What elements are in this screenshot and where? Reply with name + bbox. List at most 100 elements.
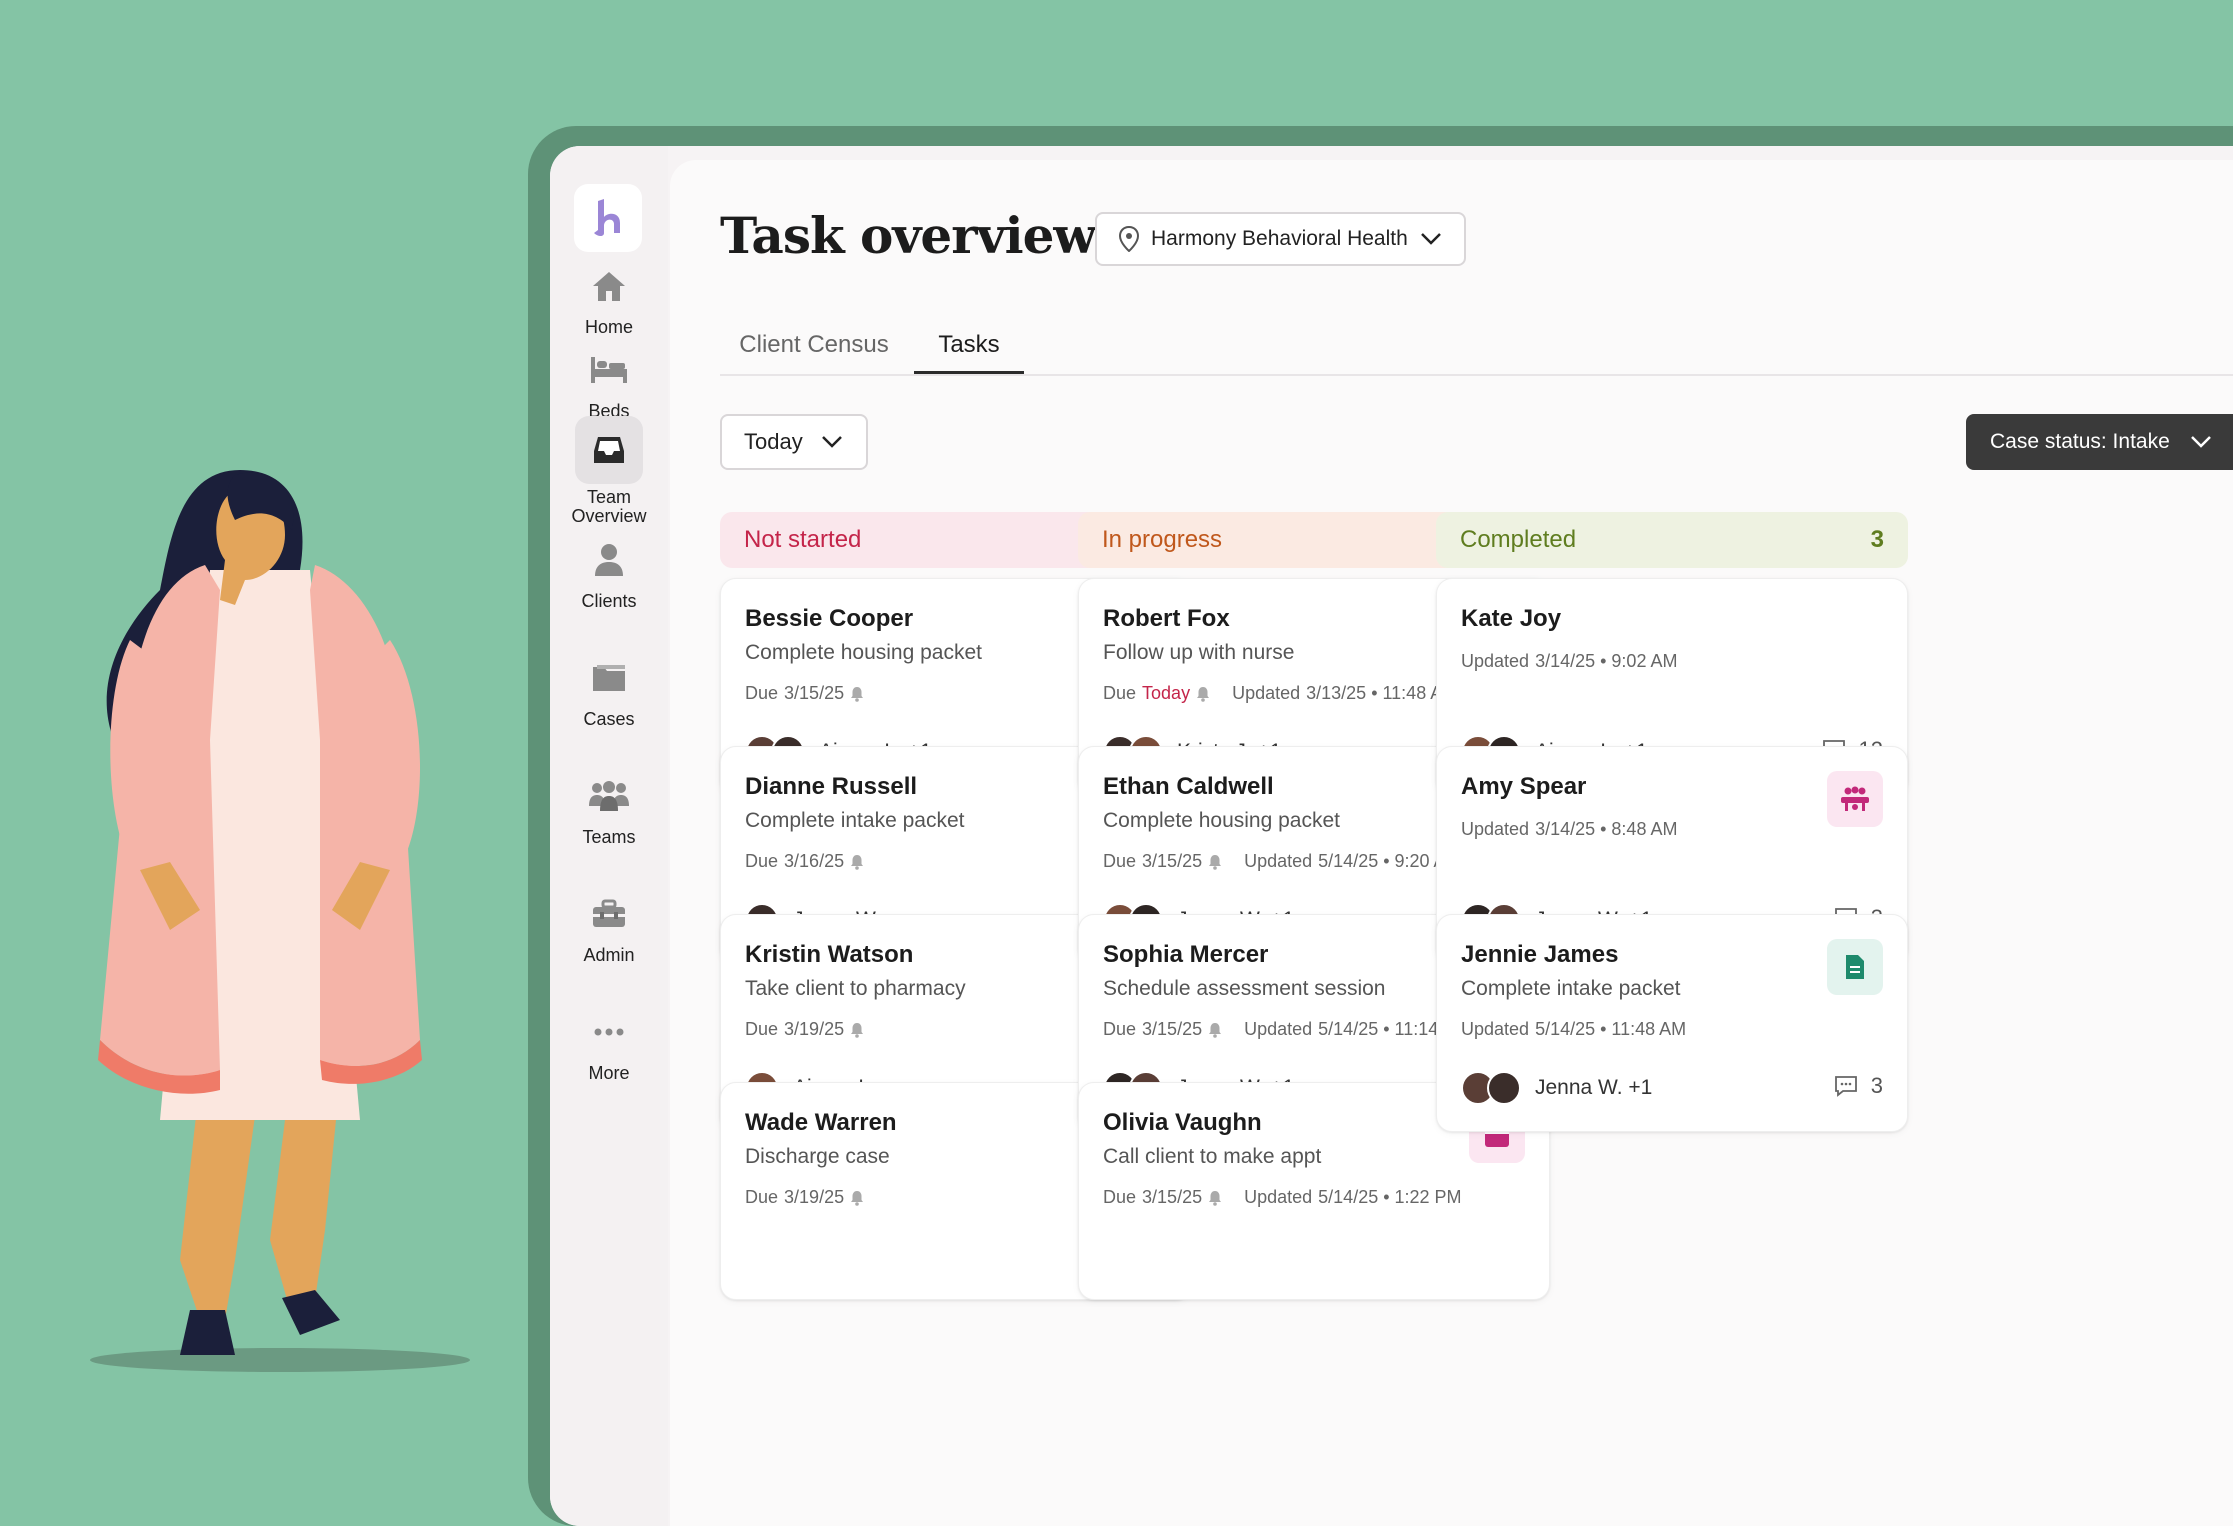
sidebar-item-team-overview[interactable]: Team Overview — [550, 416, 668, 526]
updated-label: Updated — [1461, 819, 1530, 839]
due-label: Due — [1103, 683, 1137, 703]
organization-select[interactable]: Harmony Behavioral Health — [1095, 212, 1466, 266]
card-meta: Updated 3/14/25 • 8:48 AM — [1461, 819, 1677, 840]
client-name: Jennie James — [1461, 941, 1619, 968]
card-meta: Due Today Updated 3/13/25 • 11:48 AM — [1103, 683, 1457, 704]
task-description: Complete intake packet — [1461, 977, 1681, 1000]
sidebar-item-teams[interactable]: Teams — [550, 768, 668, 847]
client-name: Ethan Caldwell — [1103, 773, 1274, 800]
sidebar-item-label: Team Overview — [571, 487, 647, 526]
client-name: Wade Warren — [745, 1109, 897, 1136]
bell-icon — [1209, 854, 1222, 870]
client-name: Kate Joy — [1461, 605, 1562, 632]
avatar — [1487, 1071, 1521, 1105]
logo-icon — [594, 199, 620, 236]
task-description: Complete housing packet — [1103, 809, 1340, 832]
document-icon — [1827, 939, 1883, 995]
tab-tasks[interactable]: Tasks — [914, 318, 1024, 374]
sidebar-item-home[interactable]: Home — [550, 258, 668, 337]
column-title: In progress — [1102, 526, 1223, 553]
main-content: Task overview Harmony Behavioral Health … — [670, 160, 2233, 1526]
tab-label: Client Census — [739, 331, 889, 358]
client-name: Robert Fox — [1103, 605, 1230, 632]
task-description: Discharge case — [745, 1145, 890, 1168]
tab-bar: Client Census Tasks — [720, 318, 2233, 376]
card-meta: Due 3/16/25 — [745, 851, 864, 872]
updated-date: 5/14/25 • 11:48 AM — [1535, 1019, 1687, 1039]
card-meta: Due 3/15/25 Updated 5/14/25 • 9:20 AM — [1103, 851, 1461, 872]
client-name: Sophia Mercer — [1103, 941, 1269, 968]
task-description: Complete intake packet — [745, 809, 965, 832]
comment-icon — [1834, 1076, 1857, 1097]
chevron-down-icon — [821, 436, 842, 448]
updated-label: Updated — [1461, 651, 1530, 671]
sidebar-item-more[interactable]: More — [550, 1004, 668, 1083]
due-label: Due — [1103, 1019, 1137, 1039]
sidebar: Home Beds Team Overview Clients Cases Te… — [550, 146, 668, 1526]
sidebar-item-label: More — [588, 1063, 630, 1083]
client-name: Kristin Watson — [745, 941, 914, 968]
task-card[interactable]: Jennie James Complete intake packet Update… — [1436, 914, 1908, 1132]
updated-date: 3/14/25 • 9:02 AM — [1535, 651, 1678, 671]
updated-label: Updated — [1244, 1019, 1313, 1039]
due-date: 3/15/25 — [784, 683, 845, 703]
app-window: Home Beds Team Overview Clients Cases Te… — [550, 146, 2233, 1526]
sidebar-item-label: Teams — [582, 827, 636, 847]
due-label: Due — [745, 851, 779, 871]
bell-icon — [1197, 686, 1210, 702]
sidebar-item-label: Cases — [583, 709, 635, 729]
bell-icon — [851, 1190, 864, 1206]
bell-icon — [851, 1022, 864, 1038]
meeting-icon — [1827, 771, 1883, 827]
due-date: 3/16/25 — [784, 851, 845, 871]
card-meta: Updated 3/14/25 • 9:02 AM — [1461, 651, 1677, 672]
due-label: Due — [745, 683, 779, 703]
bed-icon — [591, 357, 627, 383]
app-logo[interactable] — [574, 184, 642, 252]
page-title: Task overview — [720, 206, 1096, 265]
assignees[interactable]: Jenna W. +1 — [1461, 1071, 1652, 1105]
inbox-icon — [594, 437, 624, 463]
card-meta: Due 3/19/25 — [745, 1187, 864, 1208]
task-description: Complete housing packet — [745, 641, 982, 664]
task-description: Take client to pharmacy — [745, 977, 966, 1000]
card-meta: Due 3/15/25 Updated 5/14/25 • 1:22 PM — [1103, 1187, 1462, 1208]
task-description: Call client to make appt — [1103, 1145, 1322, 1168]
due-date: 3/19/25 — [784, 1019, 845, 1039]
tab-label: Tasks — [938, 330, 1000, 358]
due-label: Due — [1103, 851, 1137, 871]
sidebar-item-cases[interactable]: Cases — [550, 650, 668, 729]
tab-client-census[interactable]: Client Census — [732, 318, 896, 372]
comment-count[interactable]: 3 — [1833, 1073, 1883, 1099]
column-count: 3 — [1870, 526, 1884, 553]
location-pin-icon — [1119, 226, 1139, 252]
group-icon — [589, 781, 629, 811]
folder-icon — [593, 665, 625, 691]
sidebar-item-admin[interactable]: Admin — [550, 886, 668, 965]
column-header: Completed 3 — [1436, 512, 1908, 568]
case-status-filter-value: Case status: Intake — [1990, 430, 2170, 453]
task-description: Follow up with nurse — [1103, 641, 1295, 664]
due-date: 3/15/25 — [1142, 1019, 1203, 1039]
due-label: Due — [745, 1019, 779, 1039]
column-title: Not started — [744, 526, 862, 553]
updated-date: 3/14/25 • 8:48 AM — [1535, 819, 1678, 839]
case-status-filter[interactable]: Case status: Intake — [1966, 414, 2233, 470]
sidebar-item-label: Home — [584, 317, 633, 337]
date-filter-value: Today — [744, 429, 803, 454]
date-filter-select[interactable]: Today — [720, 414, 868, 470]
toolbox-icon — [593, 899, 625, 927]
due-label: Due — [745, 1187, 779, 1207]
updated-date: 3/13/25 • 11:48 AM — [1306, 683, 1458, 703]
due-date: 3/15/25 — [1142, 851, 1203, 871]
more-icon — [594, 1028, 624, 1036]
sidebar-item-beds[interactable]: Beds — [550, 342, 668, 421]
client-name: Amy Spear — [1461, 773, 1587, 800]
home-icon — [593, 272, 625, 301]
chevron-down-icon — [1420, 233, 1441, 245]
task-description: Schedule assessment session — [1103, 977, 1386, 1000]
due-date: 3/15/25 — [1142, 1187, 1203, 1207]
client-name: Dianne Russell — [745, 773, 918, 800]
sidebar-item-clients[interactable]: Clients — [550, 532, 668, 611]
card-meta: Due 3/19/25 — [745, 1019, 864, 1040]
